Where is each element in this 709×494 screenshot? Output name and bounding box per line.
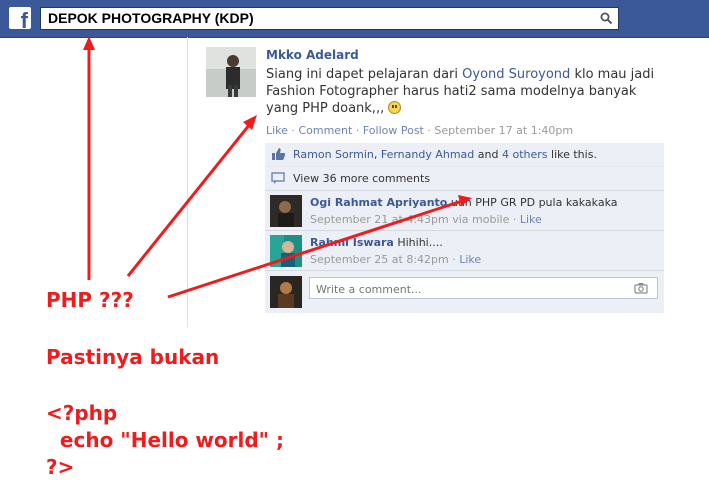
timeline-divider	[187, 37, 188, 327]
like-link[interactable]: Like	[266, 124, 288, 137]
likes-row: Ramon Sormin, Fernandy Ahmad and 4 other…	[265, 143, 664, 167]
post-actions: Like · Comment · Follow Post · September…	[266, 124, 574, 137]
follow-post-link[interactable]: Follow Post	[363, 124, 424, 137]
view-more-comments-link[interactable]: View 36 more comments	[293, 172, 430, 185]
others-link[interactable]: 4 others	[502, 148, 548, 161]
comment-item: Ogi Rahmat Apriyanto udh PHP GR PD pula …	[265, 191, 664, 231]
annotation-line-2: <?php	[46, 401, 118, 425]
commenter-name[interactable]: Rahmi Iswara	[310, 236, 394, 249]
commenter-avatar[interactable]	[270, 235, 302, 267]
arrow-to-post-php	[126, 123, 252, 277]
commenter-avatar[interactable]	[270, 195, 302, 227]
comment-text: Rahmi Iswara Hihihi....	[310, 236, 443, 249]
comment-meta: September 25 at 8:42pm · Like	[310, 253, 482, 266]
smiley-emoticon-icon	[388, 101, 402, 114]
view-more-row: View 36 more comments	[265, 167, 664, 191]
mention-link[interactable]: Oyond Suroyond	[462, 67, 570, 82]
comment-link[interactable]: Comment	[298, 124, 352, 137]
liker-link[interactable]: Fernandy Ahmad	[381, 148, 474, 161]
comment-timestamp[interactable]: September 25 at 8:42pm	[310, 253, 449, 266]
search-icon[interactable]	[600, 12, 613, 25]
comment-item: Rahmi Iswara Hihihi.... September 25 at …	[265, 231, 664, 271]
comment-like-link[interactable]: Like	[520, 213, 542, 226]
liker-link[interactable]: Ramon Sormin	[293, 148, 374, 161]
comments-block: Ramon Sormin, Fernandy Ahmad and 4 other…	[265, 143, 664, 313]
current-user-avatar	[270, 276, 302, 308]
comment-timestamp[interactable]: September 21 at 4:43pm via mobile	[310, 213, 509, 226]
thumbs-up-icon	[272, 148, 286, 160]
post-text: Siang ini dapet pelajaran dari Oyond Sur…	[266, 67, 655, 116]
search-box[interactable]: DEPOK PHOTOGRAPHY (KDP)	[40, 7, 619, 30]
post-author-name[interactable]: Mkko Adelard	[266, 48, 359, 62]
write-comment-box[interactable]	[309, 277, 658, 299]
top-bar: f DEPOK PHOTOGRAPHY (KDP)	[0, 0, 709, 38]
write-comment-input[interactable]	[314, 279, 618, 299]
post-timestamp[interactable]: September 17 at 1:40pm	[434, 124, 573, 137]
annotation-line-3: echo "Hello world" ;	[46, 428, 285, 452]
post-author-avatar[interactable]	[206, 47, 256, 97]
comment-bubble-icon	[271, 172, 285, 184]
annotation-line-4: ?>	[46, 455, 75, 479]
camera-icon[interactable]	[634, 282, 648, 294]
comment-text: Ogi Rahmat Apriyanto udh PHP GR PD pula …	[310, 196, 618, 209]
commenter-name[interactable]: Ogi Rahmat Apriyanto	[310, 196, 447, 209]
likes-text: Ramon Sormin, Fernandy Ahmad and 4 other…	[293, 148, 597, 161]
comment-like-link[interactable]: Like	[459, 253, 481, 266]
annotation-php-question: PHP ???	[46, 288, 134, 312]
search-input[interactable]: DEPOK PHOTOGRAPHY (KDP)	[48, 10, 254, 26]
comment-meta: September 21 at 4:43pm via mobile · Like	[310, 213, 542, 226]
annotation-line-1: Pastinya bukan	[46, 345, 220, 369]
facebook-logo-icon[interactable]: f	[9, 7, 31, 32]
